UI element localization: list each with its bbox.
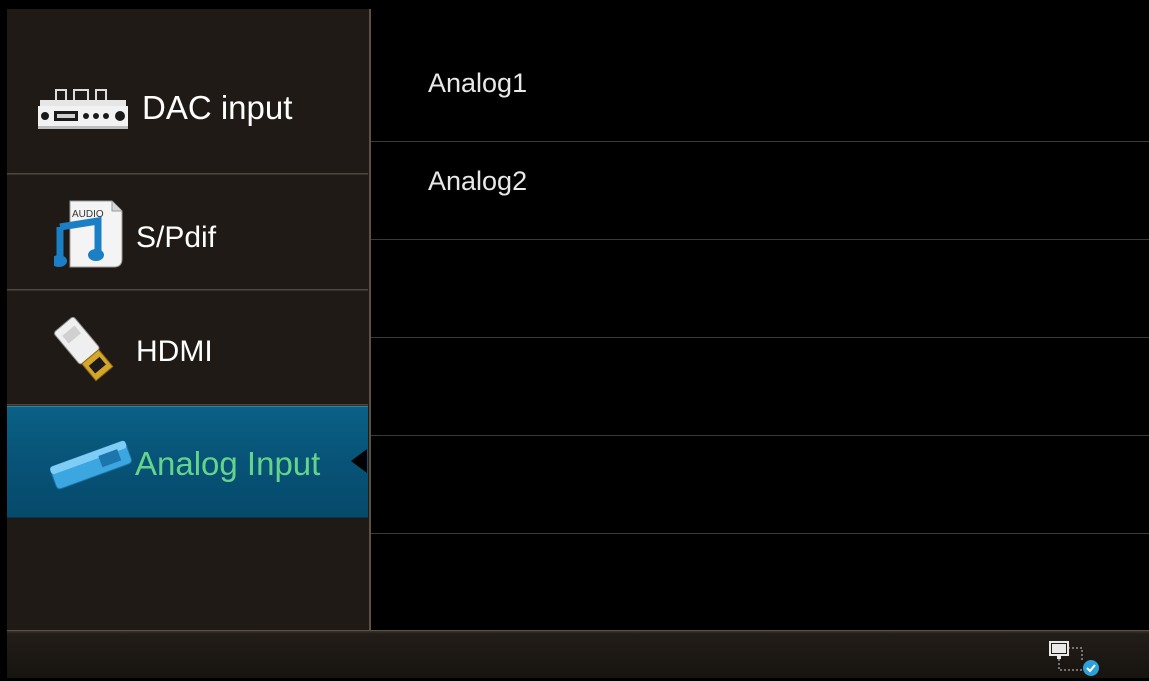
list-item-label: Analog1 [428,68,528,98]
sidebar-item-hdmi[interactable]: HDMI [7,291,368,406]
list-item-analog2[interactable]: Analog2 [371,142,1149,240]
list-item[interactable] [371,436,1149,534]
list-item[interactable] [371,338,1149,436]
sidebar-item-label: DAC input [142,89,293,126]
list-item-analog1[interactable]: Analog1 [371,44,1149,142]
status-bar [7,630,1149,678]
sidebar-item-analog-input[interactable]: Analog Input [7,406,368,518]
network-connected-icon[interactable] [1046,640,1108,676]
dac-device-icon [36,86,130,139]
screen: DAC input AUDIO S/Pdif HDMI Analog Input… [0,0,1149,678]
list-item-label: Analog2 [428,166,528,196]
sidebar-item-label: HDMI [136,335,213,368]
list-item[interactable] [371,240,1149,338]
hdmi-connector-icon [49,315,121,394]
audio-file-icon: AUDIO [51,197,126,276]
analog-input-icon [47,439,135,496]
sidebar-item-label: S/Pdif [136,221,217,254]
sidebar-item-label: Analog Input [135,445,321,482]
sidebar-item-dac-input[interactable]: DAC input [7,9,368,175]
sidebar-item-spdif[interactable]: AUDIO S/Pdif [7,175,368,291]
selection-caret [351,449,367,473]
